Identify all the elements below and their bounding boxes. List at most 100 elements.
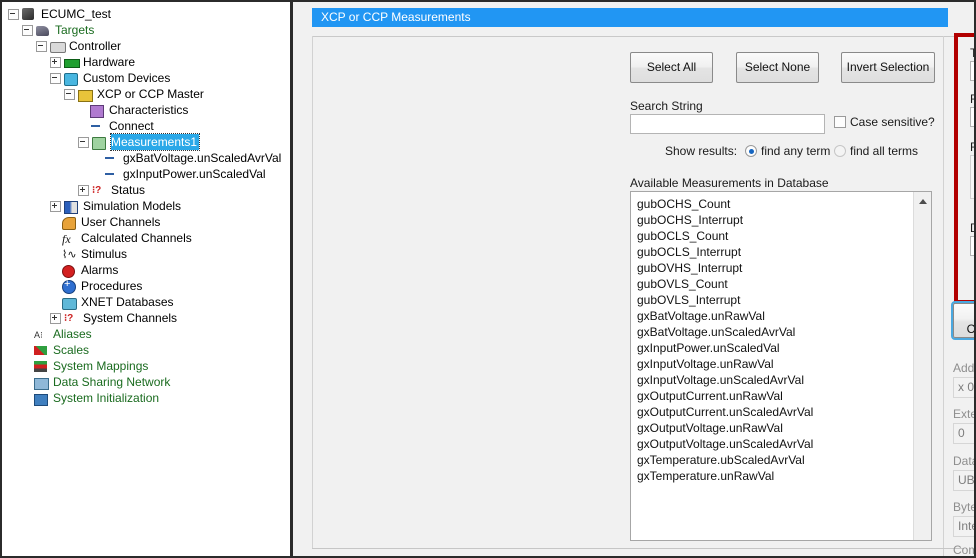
extension-field: 0 — [953, 423, 974, 444]
list-item[interactable]: gxOutputCurrent.unScaledAvrVal — [637, 404, 914, 420]
tree-item-label: Aliases — [53, 327, 92, 341]
tree-item[interactable]: Connect — [4, 118, 290, 134]
daq-list-prescaler-value[interactable]: 1 — [971, 237, 974, 255]
tree-expander-spacer — [22, 378, 31, 387]
measurements-scrollbar[interactable] — [913, 192, 931, 540]
tree-item[interactable]: ⁝? System Channels — [4, 310, 290, 326]
available-measurements-label: Available Measurements in Database — [630, 176, 829, 190]
tree-item[interactable]: User Channels — [4, 214, 290, 230]
list-item[interactable]: gubOVLS_Interrupt — [637, 292, 914, 308]
list-item[interactable]: gxOutputVoltage.unRawVal — [637, 420, 914, 436]
list-item[interactable]: gxTemperature.ubScaledAvrVal — [637, 452, 914, 468]
tree-item-label: Procedures — [81, 279, 143, 293]
collapse-icon[interactable] — [22, 24, 33, 36]
tree-item[interactable]: Data Sharing Network — [4, 374, 290, 390]
scroll-up-arrow-icon[interactable] — [918, 199, 927, 204]
tree-item-label: Controller — [69, 39, 122, 53]
add-channels-button[interactable]: Add Channel(s) — [951, 301, 974, 340]
collapse-icon[interactable] — [8, 8, 19, 20]
tree-expander-spacer — [50, 298, 59, 307]
procedures-icon — [62, 279, 78, 294]
tree-item[interactable]: ECUMC_test — [4, 6, 290, 22]
tree-item[interactable]: gxBatVoltage.unScaledAvrVal — [4, 150, 290, 166]
list-item[interactable]: gubOCHS_Interrupt — [637, 212, 914, 228]
tree-item-label: User Channels — [81, 215, 161, 229]
show-results-label: Show results: — [665, 144, 738, 158]
tree-item[interactable]: A⁝ Aliases — [4, 326, 290, 342]
tree-item[interactable]: Simulation Models — [4, 198, 290, 214]
list-item[interactable]: gxBatVoltage.unRawVal — [637, 308, 914, 324]
pane-left-divider — [312, 36, 313, 548]
tree-item[interactable]: Hardware — [4, 54, 290, 70]
list-item[interactable]: gxInputPower.unScaledVal — [637, 340, 914, 356]
case-sensitive-label: Case sensitive? — [850, 115, 935, 129]
tree-expander-spacer — [50, 234, 59, 243]
list-item[interactable]: gubOCLS_Count — [637, 228, 914, 244]
available-measurements-listbox[interactable]: gubOCHS_Count gubOCHS_Interrupt gubOCLS_Co… — [630, 191, 932, 541]
collapse-icon[interactable] — [78, 136, 89, 148]
expand-icon[interactable] — [50, 200, 61, 212]
tree-item[interactable]: XCP or CCP Master — [4, 86, 290, 102]
channel-dash-icon — [104, 167, 120, 181]
list-item[interactable]: gxBatVoltage.unScaledAvrVal — [637, 324, 914, 340]
list-item[interactable]: gxOutputCurrent.unRawVal — [637, 388, 914, 404]
tree-item[interactable]: Procedures — [4, 278, 290, 294]
measurements-list[interactable]: gubOCHS_Count gubOCHS_Interrupt gubOCLS_Co… — [631, 192, 914, 540]
select-all-button[interactable]: Select All — [630, 52, 713, 83]
daq-list-prescaler-stepper[interactable]: 1 — [970, 236, 974, 256]
list-item[interactable]: gxInputVoltage.unScaledAvrVal — [637, 372, 914, 388]
collapse-icon[interactable] — [50, 72, 61, 84]
tree-item[interactable]: Controller — [4, 38, 290, 54]
list-item[interactable]: gubOCHS_Count — [637, 196, 914, 212]
collapse-icon[interactable] — [64, 88, 75, 100]
tree-item[interactable]: XNET Databases — [4, 294, 290, 310]
tree-expander-spacer — [92, 154, 101, 163]
tree-item[interactable]: System Initialization — [4, 390, 290, 406]
list-item[interactable]: gubOCLS_Interrupt — [637, 244, 914, 260]
project-tree-panel[interactable]: ECUMC_test Targets Controller Hardware Custo… — [2, 2, 293, 556]
case-sensitive-checkbox[interactable]: Case sensitive? — [834, 115, 935, 129]
task-name-input[interactable] — [970, 61, 974, 81]
radio-find-all-terms[interactable]: find all terms — [834, 144, 918, 158]
select-none-button[interactable]: Select None — [736, 52, 819, 83]
tree-item[interactable]: gxInputPower.unScaledVal — [4, 166, 290, 182]
invert-selection-button[interactable]: Invert Selection — [841, 52, 935, 83]
channel-dash-icon — [104, 151, 120, 165]
tree-expander-spacer — [78, 106, 87, 115]
tree-item[interactable]: Measurements1 — [4, 133, 290, 151]
tree-item[interactable]: ⁝? Status — [4, 182, 290, 198]
expand-icon[interactable] — [78, 184, 89, 196]
tree-item[interactable]: System Mappings — [4, 358, 290, 374]
tree-item[interactable]: Scales — [4, 342, 290, 358]
tree-item[interactable]: Custom Devices — [4, 70, 290, 86]
radio-find-any-term[interactable]: find any term — [745, 144, 830, 158]
tree-item-label: gxBatVoltage.unScaledAvrVal — [123, 151, 282, 165]
pane-bottom-divider — [312, 548, 963, 549]
read-mode-radio-group[interactable]: DAQ List Polling — [970, 155, 974, 199]
list-item[interactable]: gubOVLS_Count — [637, 276, 914, 292]
expand-icon[interactable] — [50, 56, 61, 68]
tree-item[interactable]: ⌇∿ Stimulus — [4, 246, 290, 262]
radio-on-icon — [745, 145, 757, 157]
alarms-icon — [62, 263, 78, 278]
tree-expander-spacer — [50, 250, 59, 259]
tree-item[interactable]: fx Calculated Channels — [4, 230, 290, 246]
list-item[interactable]: gxTemperature.unRawVal — [637, 468, 914, 484]
xcp-master-icon — [78, 87, 94, 102]
collapse-icon[interactable] — [36, 40, 47, 52]
list-item[interactable]: gxOutputVoltage.unScaledAvrVal — [637, 436, 914, 452]
list-item[interactable]: gxInputVoltage.unRawVal — [637, 356, 914, 372]
tree-item[interactable]: Characteristics — [4, 102, 290, 118]
scales-icon — [34, 343, 50, 357]
search-input[interactable] — [630, 114, 825, 134]
tree-item-label: System Mappings — [53, 359, 149, 373]
list-item[interactable]: gubOVHS_Interrupt — [637, 260, 914, 276]
tree-expander-spacer — [22, 330, 31, 339]
tree-expander-spacer — [50, 282, 59, 291]
read-rate-input[interactable] — [970, 107, 974, 127]
tree-item[interactable]: Alarms — [4, 262, 290, 278]
tree-item[interactable]: Targets — [4, 22, 290, 38]
hardware-icon — [64, 55, 80, 69]
xnet-databases-icon — [62, 295, 78, 310]
expand-icon[interactable] — [50, 312, 61, 324]
